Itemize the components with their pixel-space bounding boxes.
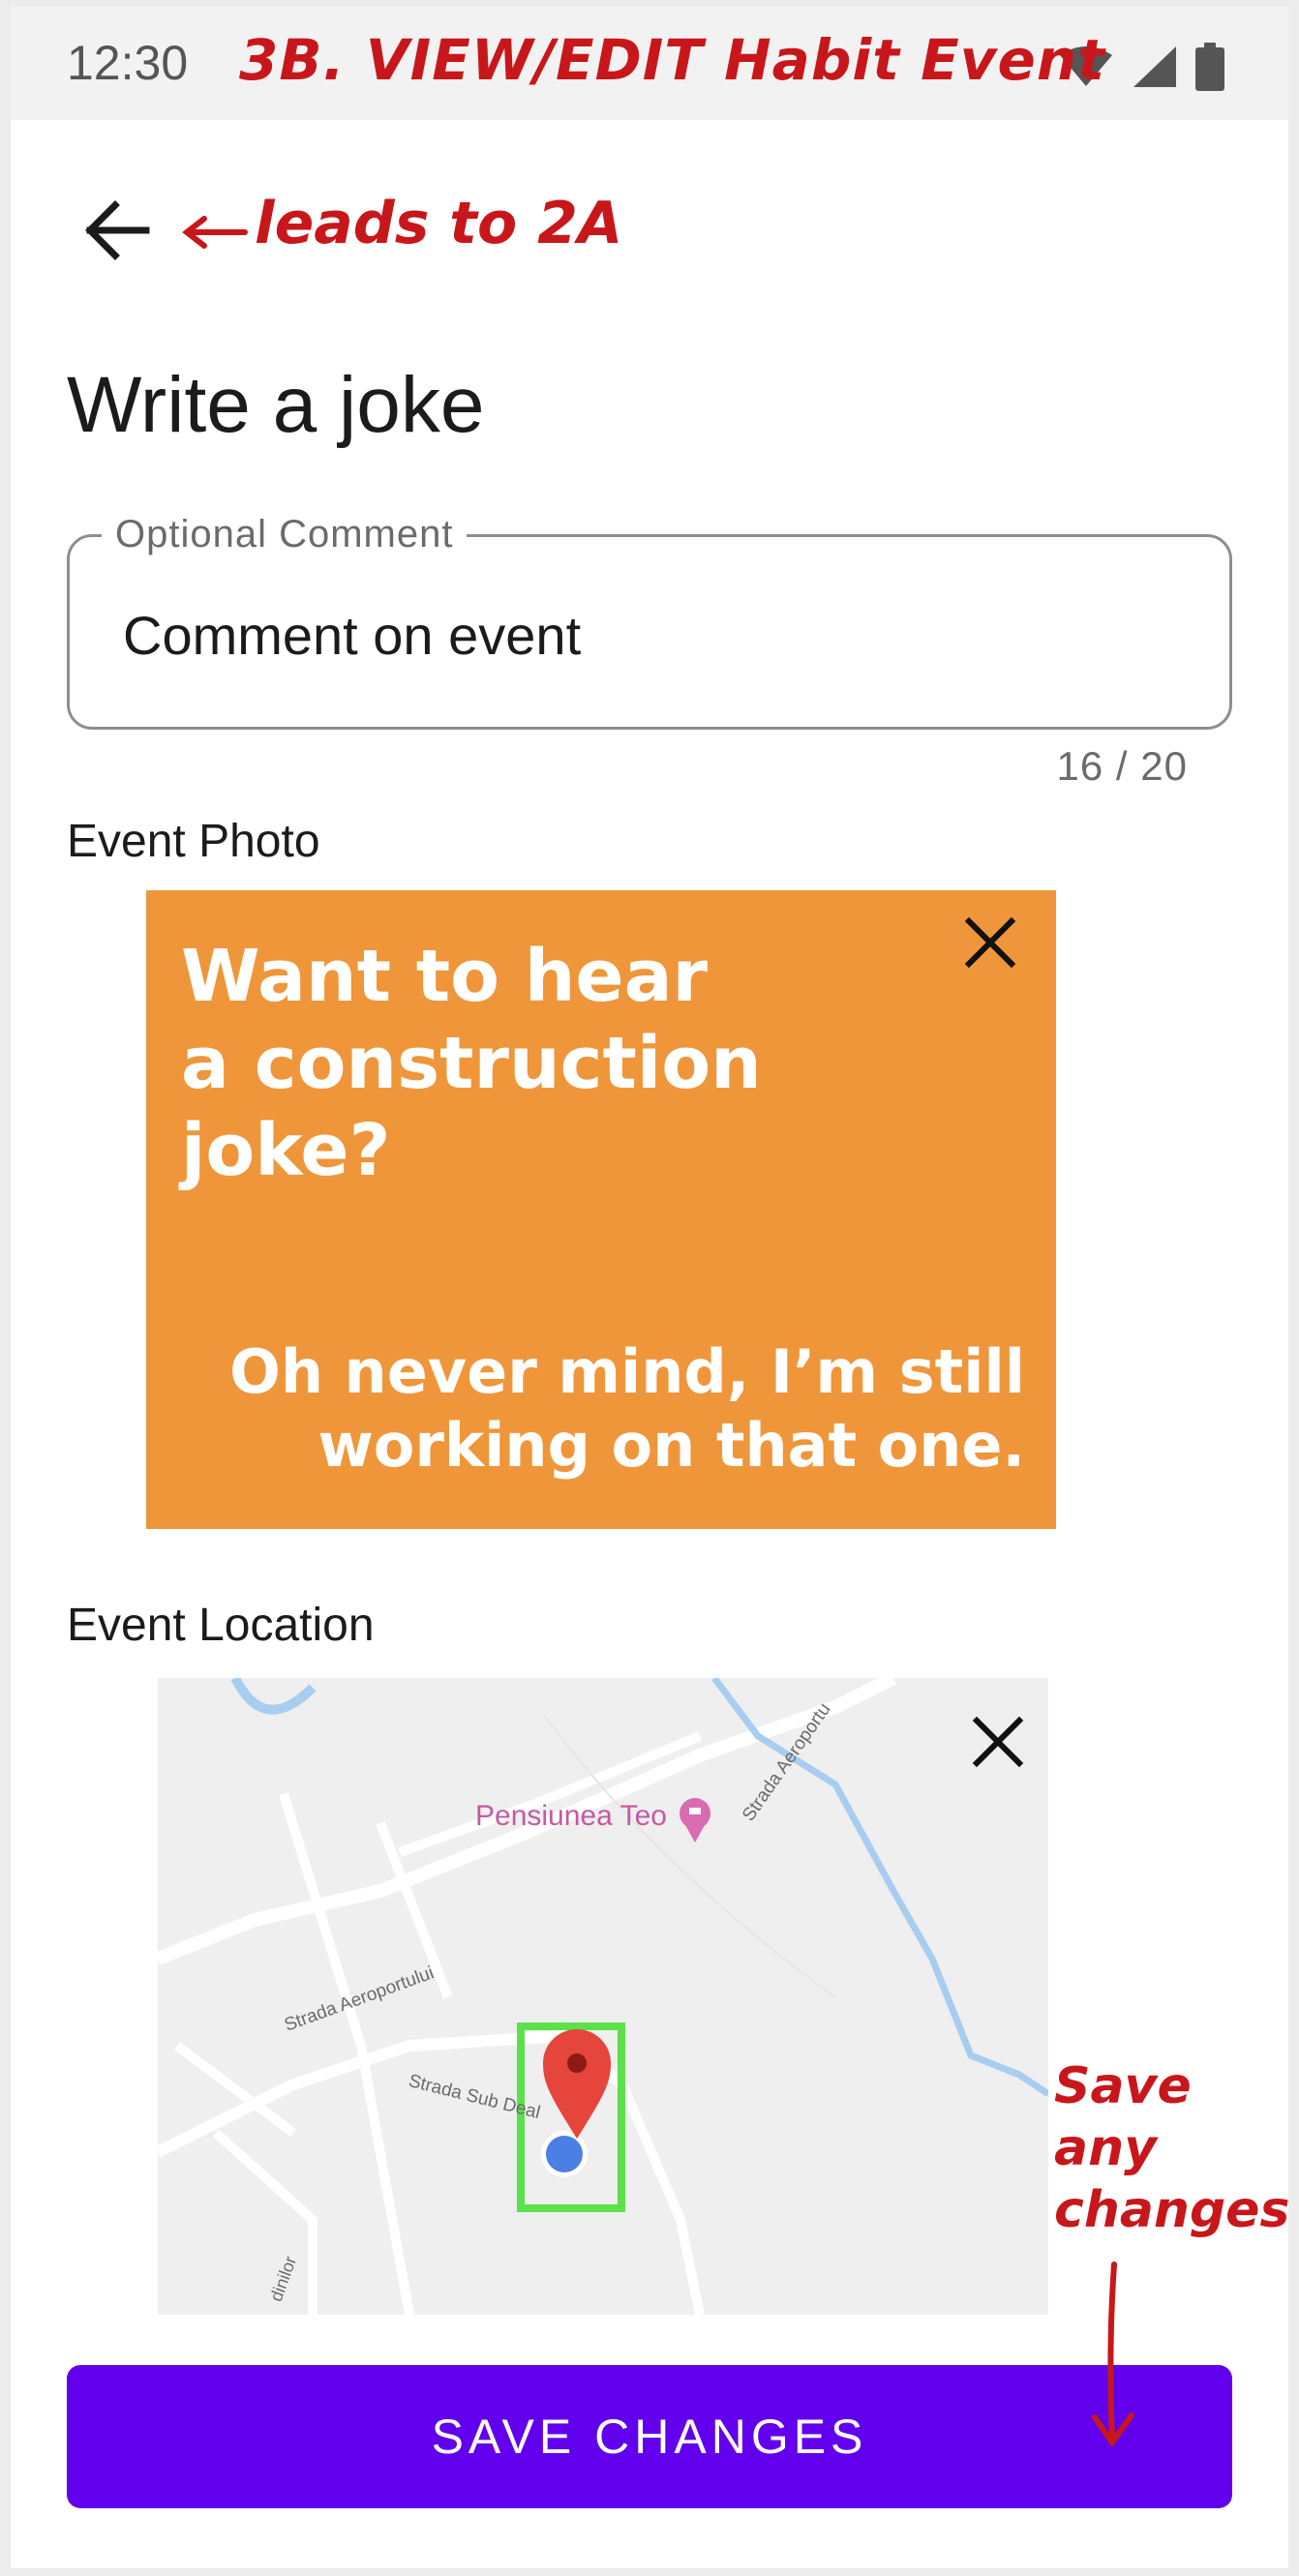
- page-title: Write a joke: [67, 361, 485, 449]
- battery-icon: [1195, 43, 1224, 91]
- comment-input[interactable]: [123, 598, 1091, 672]
- event-location-map: Pensiunea Teo Strada Aeroportului Strada…: [158, 1678, 1048, 2315]
- event-location-label: Event Location: [67, 1600, 375, 1651]
- annotation-back-note: leads to 2A: [255, 190, 623, 257]
- character-counter: 16 / 20: [1056, 743, 1188, 789]
- close-icon: [972, 1716, 1024, 1768]
- event-photo-label: Event Photo: [67, 816, 320, 867]
- comment-field-label: Optional Comment: [102, 513, 468, 556]
- event-photo: Want to hear a construction joke? Oh nev…: [146, 890, 1056, 1529]
- photo-punchline-text: Oh never mind, I’m still working on that…: [229, 1336, 1025, 1481]
- arrow-left-icon: [85, 200, 150, 260]
- annotation-save-note: Save any changes: [1054, 2057, 1288, 2239]
- back-button[interactable]: [76, 190, 158, 271]
- signal-icon: [1133, 46, 1176, 87]
- map-background: [158, 1678, 1048, 2315]
- annotation-screen-title: 3B. VIEW/EDIT Habit Event: [239, 27, 1105, 93]
- map-poi-label: Pensiunea Teo: [475, 1800, 667, 1832]
- phone-screen: 12:30 3B. VIEW/EDIT Habit Event leads to…: [11, 6, 1288, 2568]
- annotation-arrow-icon: [182, 216, 248, 249]
- close-icon: [964, 916, 1016, 969]
- remove-photo-button[interactable]: [959, 912, 1021, 973]
- photo-joke-text: Want to hear a construction joke?: [181, 935, 762, 1192]
- save-changes-button[interactable]: SAVE CHANGES: [67, 2365, 1232, 2508]
- remove-location-button[interactable]: [967, 1711, 1029, 1773]
- status-time: 12:30: [67, 36, 189, 90]
- annotation-arrow-down-icon: [1092, 2261, 1134, 2448]
